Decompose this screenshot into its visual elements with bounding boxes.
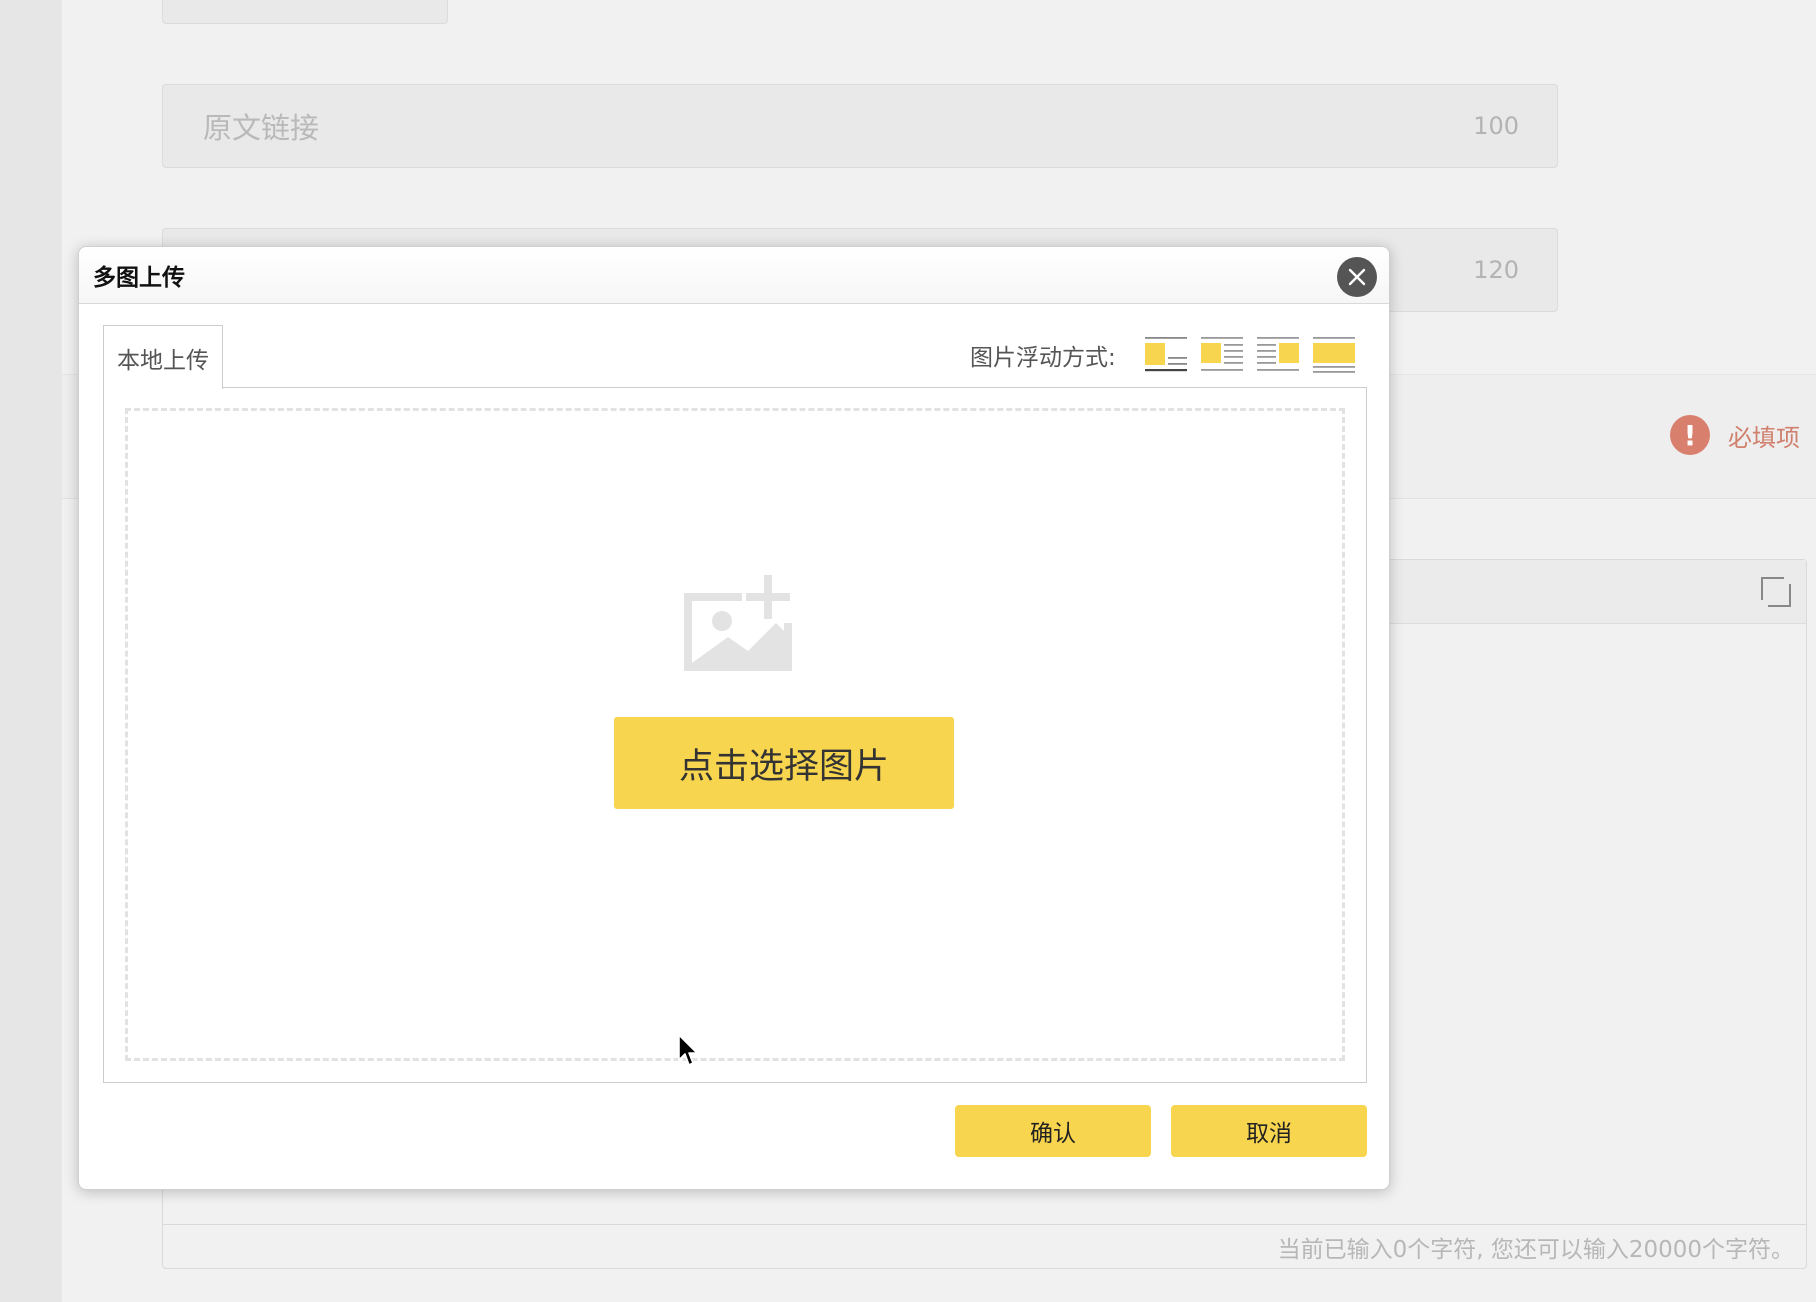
required-indicator: ! 必填项 — [1670, 415, 1800, 455]
left-sidebar — [0, 0, 62, 1302]
alert-icon: ! — [1670, 415, 1710, 455]
upload-panel: 点击选择图片 — [103, 387, 1367, 1083]
top-field[interactable] — [162, 0, 448, 24]
float-center-icon[interactable] — [1311, 335, 1357, 375]
editor-footer: 当前已输入0个字符, 您还可以输入20000个字符。 — [163, 1224, 1806, 1268]
select-image-button[interactable]: 点击选择图片 — [614, 717, 954, 809]
close-button[interactable] — [1337, 257, 1377, 297]
fullscreen-icon[interactable] — [1760, 576, 1792, 608]
float-none-icon[interactable] — [1143, 335, 1189, 375]
tab-label: 本地上传 — [117, 347, 209, 374]
cancel-button[interactable]: 取消 — [1171, 1105, 1367, 1157]
add-image-icon — [684, 575, 792, 671]
required-label: 必填项 — [1728, 423, 1800, 452]
close-icon — [1348, 268, 1366, 286]
dialog-title: 多图上传 — [93, 265, 185, 291]
char-counter: 120 — [1473, 256, 1519, 284]
source-link-placeholder: 原文链接 — [203, 111, 320, 145]
confirm-button[interactable]: 确认 — [955, 1105, 1151, 1157]
confirm-label: 确认 — [1030, 1121, 1076, 1147]
cancel-label: 取消 — [1246, 1121, 1292, 1147]
dialog-header: 多图上传 — [79, 247, 1389, 304]
char-count-status: 当前已输入0个字符, 您还可以输入20000个字符。 — [1277, 1236, 1794, 1263]
select-image-label: 点击选择图片 — [678, 746, 889, 787]
image-float-label: 图片浮动方式: — [970, 345, 1116, 371]
char-counter: 100 — [1473, 112, 1519, 140]
tab-local-upload[interactable]: 本地上传 — [103, 325, 223, 389]
source-link-input[interactable]: 原文链接 100 — [162, 84, 1558, 168]
float-right-icon[interactable] — [1255, 335, 1301, 375]
float-left-icon[interactable] — [1199, 335, 1245, 375]
multi-image-upload-dialog: 多图上传 本地上传 图片浮动方式: 点击选择图片 确认 取消 — [78, 246, 1390, 1190]
drop-zone[interactable]: 点击选择图片 — [125, 408, 1345, 1061]
mouse-cursor-icon — [678, 1034, 698, 1066]
